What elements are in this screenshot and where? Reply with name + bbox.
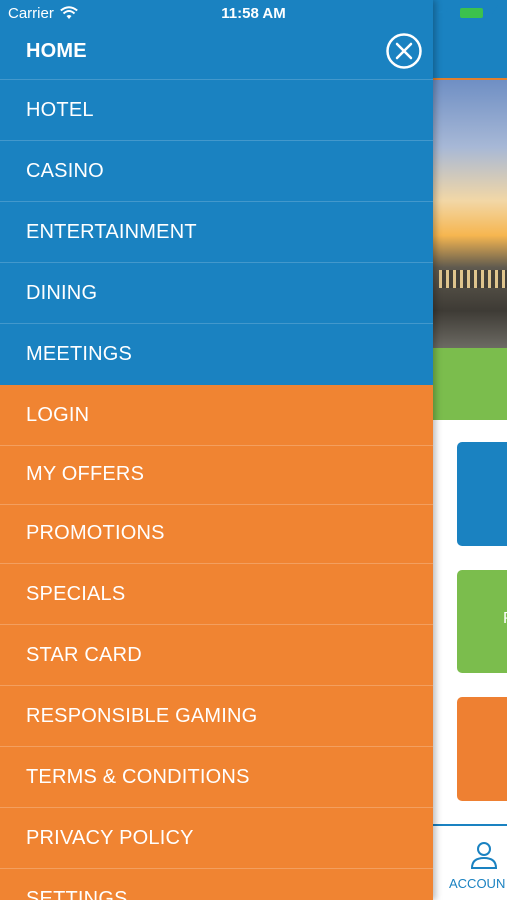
menu-item-label: HOME — [26, 40, 87, 62]
status-bar: Carrier 11:58 AM — [0, 0, 507, 28]
menu-item-responsible-gaming[interactable]: RESPONSIBLE GAMING — [0, 686, 433, 747]
green-banner — [433, 348, 507, 420]
menu-item-my-offers[interactable]: MY OFFERS — [0, 444, 433, 505]
menu-item-label: CASINO — [26, 160, 104, 182]
tab-account-label[interactable]: ACCOUN — [449, 876, 505, 891]
menu-item-label: STAR CARD — [26, 644, 142, 666]
secondary-menu-section: LOGIN MY OFFERS PROMOTIONS SPECIALS STAR… — [0, 385, 433, 900]
menu-item-hotel[interactable]: HOTEL — [0, 80, 433, 141]
menu-item-specials[interactable]: SPECIALS — [0, 564, 433, 625]
location-icon — [438, 8, 448, 18]
menu-item-label: TERMS & CONDITIONS — [26, 766, 250, 788]
menu-item-label: PROMOTIONS — [26, 522, 165, 544]
menu-item-label: ENTERTAINMENT — [26, 221, 197, 243]
hero-building-lights — [439, 270, 507, 288]
background-app: P ACCOUN — [433, 0, 507, 900]
menu-item-terms-conditions[interactable]: TERMS & CONDITIONS — [0, 747, 433, 808]
green-tile[interactable]: P — [457, 570, 507, 673]
battery-icon — [458, 6, 488, 20]
menu-item-star-card[interactable]: STAR CARD — [0, 625, 433, 686]
menu-item-label: HOTEL — [26, 99, 94, 121]
menu-item-login[interactable]: LOGIN — [0, 385, 433, 446]
menu-item-promotions[interactable]: PROMOTIONS — [0, 503, 433, 564]
tile-label: P — [503, 610, 507, 628]
side-drawer-menu: HOME HOTEL CASINO ENTERTAINMENT DINING M… — [0, 0, 433, 900]
tab-bar: ACCOUN — [433, 824, 507, 900]
app-screen: P ACCOUN Carrier 11:58 AM — [0, 0, 507, 900]
menu-item-label: MEETINGS — [26, 343, 133, 365]
menu-item-entertainment[interactable]: ENTERTAINMENT — [0, 202, 433, 263]
charging-bolt-icon — [492, 5, 502, 21]
menu-item-dining[interactable]: DINING — [0, 263, 433, 324]
menu-item-casino[interactable]: CASINO — [0, 141, 433, 202]
menu-item-label: RESPONSIBLE GAMING — [26, 705, 258, 727]
menu-item-settings[interactable]: SETTINGS — [0, 869, 433, 900]
blue-tile[interactable] — [457, 442, 507, 546]
menu-item-label: SPECIALS — [26, 583, 126, 605]
menu-item-label: MY OFFERS — [26, 463, 145, 485]
menu-item-label: LOGIN — [26, 404, 90, 426]
hero-image — [433, 80, 507, 348]
menu-item-label: PRIVACY POLICY — [26, 827, 194, 849]
menu-item-label: DINING — [26, 282, 98, 304]
menu-item-privacy-policy[interactable]: PRIVACY POLICY — [0, 808, 433, 869]
menu-item-label: SETTINGS — [26, 888, 128, 900]
orange-tile[interactable] — [457, 697, 507, 801]
clock: 11:58 AM — [221, 5, 286, 22]
primary-menu-section: HOME HOTEL CASINO ENTERTAINMENT DINING M… — [0, 0, 433, 385]
account-person-icon[interactable] — [469, 840, 499, 870]
menu-item-meetings[interactable]: MEETINGS — [0, 324, 433, 385]
close-circle-icon[interactable] — [386, 33, 422, 69]
